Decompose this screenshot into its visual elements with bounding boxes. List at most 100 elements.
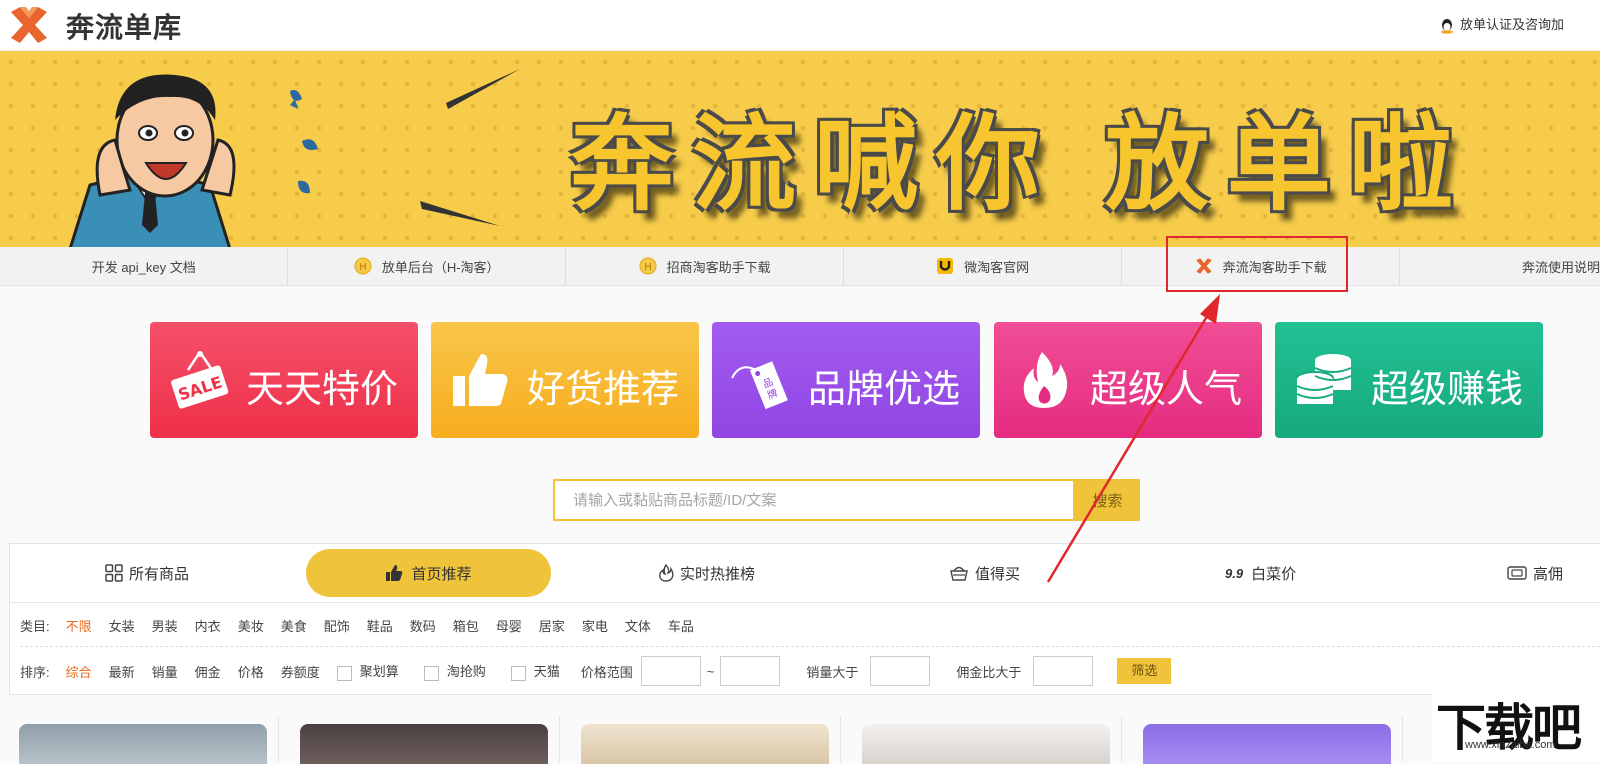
- tab-bargain-price-label: 白菜价: [1251, 565, 1297, 583]
- tab-bargain-price[interactable]: 9.9 白菜价: [1225, 544, 1296, 602]
- shout-lines-decoration: [290, 69, 520, 226]
- sort-key: 排序:: [20, 664, 50, 680]
- card-good-picks-label: 好货推荐: [527, 369, 680, 411]
- annotation-highlight-box: [1166, 236, 1348, 292]
- product-divider: [840, 716, 841, 762]
- category-item[interactable]: 家电: [582, 616, 608, 635]
- checkbox-box[interactable]: [423, 665, 439, 681]
- site-name[interactable]: 奔流单库: [66, 6, 182, 46]
- product-card-image[interactable]: [19, 724, 267, 764]
- tab-worth-buying-label: 值得买: [975, 565, 1021, 583]
- checkbox-label: 淘抢购: [446, 664, 486, 680]
- thumb-icon: [386, 565, 403, 581]
- category-item[interactable]: 女装: [109, 616, 135, 635]
- category-item[interactable]: 箱包: [453, 616, 479, 635]
- product-divider: [559, 716, 560, 762]
- search-box: [553, 479, 1075, 521]
- product-divider: [1121, 716, 1122, 762]
- category-item[interactable]: 美妆: [238, 616, 264, 635]
- svg-text:H: H: [644, 262, 652, 273]
- category-item[interactable]: 母婴: [496, 616, 522, 635]
- sort-item[interactable]: 最新: [109, 662, 135, 681]
- tab-high-commission[interactable]: 高佣: [1507, 544, 1563, 602]
- svg-text:H: H: [359, 262, 367, 273]
- sort-item[interactable]: 价格: [238, 662, 264, 681]
- benliu-logo-icon[interactable]: [8, 4, 50, 46]
- sort-item[interactable]: 券额度: [281, 662, 320, 681]
- card-super-earnings-label: 超级赚钱: [1371, 369, 1524, 411]
- price-range-label: 价格范围: [580, 664, 633, 680]
- nav-merchant-helper[interactable]: H 招商淘客助手下载: [566, 247, 845, 285]
- product-card-image[interactable]: [581, 724, 829, 764]
- sort-filter-row: 排序: 综合 最新 销量 佣金 价格 券额度 聚划算 淘抢购 天猫 价格范围 ~…: [20, 656, 1172, 686]
- card-good-picks[interactable]: 好货推荐: [431, 322, 699, 438]
- sort-item[interactable]: 综合: [66, 662, 92, 681]
- annotation-arrow-icon: [1046, 294, 1220, 583]
- checkbox-tmall[interactable]: 天猫: [510, 661, 560, 681]
- product-card-image[interactable]: [862, 724, 1110, 764]
- checkbox-box[interactable]: [510, 665, 526, 681]
- filter-button[interactable]: 筛选: [1117, 658, 1172, 684]
- coin-icon: H: [354, 257, 372, 275]
- tab-worth-buying[interactable]: 值得买: [949, 544, 1020, 602]
- promo-banner[interactable]: 奔流喊你 放单啦: [0, 51, 1600, 247]
- nav-merchant-helper-label: 招商淘客助手下载: [666, 259, 771, 275]
- category-item[interactable]: 配饰: [324, 616, 350, 635]
- tab-bar: 所有商品 实时热推榜 值得买 9.9 白菜价 高佣: [9, 544, 1600, 603]
- tab-high-commission-label: 高佣: [1533, 565, 1564, 583]
- top-header: [0, 0, 1600, 51]
- checkbox-taoqianggou[interactable]: 淘抢购: [423, 661, 486, 681]
- price-min-input[interactable]: [640, 656, 701, 686]
- certification-link-label: 放单认证及咨询加: [1460, 17, 1565, 32]
- nav-api-docs[interactable]: 开发 api_key 文档: [0, 247, 289, 285]
- tab-hot-ranking[interactable]: 实时热推榜: [658, 544, 755, 602]
- banner-slogan: 奔流喊你 放单啦: [570, 107, 1471, 223]
- watermark-url: www.xiazaiba.com: [1465, 739, 1556, 751]
- category-item[interactable]: 居家: [539, 616, 565, 635]
- nav-admin-backend[interactable]: H 放单后台（H-淘客）: [288, 247, 566, 285]
- sort-item[interactable]: 佣金: [195, 662, 221, 681]
- product-divider: [278, 716, 279, 762]
- grid-icon: [105, 564, 123, 582]
- category-item[interactable]: 鞋品: [367, 616, 393, 635]
- nav-weitaoke-label: 微淘客官网: [964, 259, 1030, 275]
- product-card-image[interactable]: [1143, 724, 1391, 764]
- category-key: 类目:: [20, 619, 50, 634]
- category-item[interactable]: 数码: [410, 616, 436, 635]
- commission-min-input[interactable]: [1033, 656, 1094, 686]
- price-max-input[interactable]: [720, 656, 781, 686]
- nav-weitaoke[interactable]: 微淘客官网: [844, 247, 1122, 285]
- nav-benliu-guide[interactable]: 奔流使用说明: [1400, 247, 1600, 285]
- category-item[interactable]: 美食: [281, 616, 307, 635]
- checkbox-juhuasuan[interactable]: 聚划算: [336, 661, 399, 681]
- search-input[interactable]: [555, 481, 1063, 519]
- tab-homepage-recommend-label: 首页推荐: [411, 565, 472, 583]
- category-item[interactable]: 内衣: [195, 616, 221, 635]
- product-divider: [1402, 716, 1403, 762]
- card-daily-deals[interactable]: SALE 天天特价: [150, 322, 418, 438]
- nav-benliu-guide-label: 奔流使用说明: [1522, 259, 1600, 275]
- sales-min-input[interactable]: [870, 656, 931, 686]
- checkbox-box[interactable]: [336, 665, 352, 681]
- certification-link[interactable]: 放单认证及咨询加: [1440, 14, 1564, 34]
- category-item[interactable]: 男装: [152, 616, 178, 635]
- sort-item[interactable]: 销量: [152, 662, 178, 681]
- tab-homepage-recommend[interactable]: 首页推荐: [306, 549, 551, 597]
- shouting-man-illustration: [69, 74, 298, 247]
- card-brand-picks[interactable]: 品 牌 品牌优选: [712, 322, 980, 438]
- u-magnet-icon: [937, 258, 954, 274]
- card-super-earnings[interactable]: 超级赚钱: [1275, 322, 1543, 438]
- category-filter-row: 类目: 不限 女装 男装 内衣 美妆 美食 配饰 鞋品 数码 箱包 母婴 居家 …: [20, 616, 711, 635]
- product-card-image[interactable]: [300, 724, 548, 764]
- row-divider: [20, 646, 1600, 647]
- qq-penguin-icon: [1441, 18, 1453, 34]
- nav-api-docs-label: 开发 api_key 文档: [91, 259, 196, 275]
- tab-all-products-label: 所有商品: [129, 565, 190, 583]
- brand-tag-icon: 品 牌: [731, 361, 788, 410]
- category-item[interactable]: 不限: [66, 616, 92, 635]
- category-item[interactable]: 文体: [625, 616, 651, 635]
- commission-label: 佣金比大于: [956, 664, 1022, 680]
- card-brand-picks-label: 品牌优选: [808, 369, 961, 411]
- category-item[interactable]: 车品: [668, 616, 694, 635]
- tab-all-products[interactable]: 所有商品: [105, 544, 189, 602]
